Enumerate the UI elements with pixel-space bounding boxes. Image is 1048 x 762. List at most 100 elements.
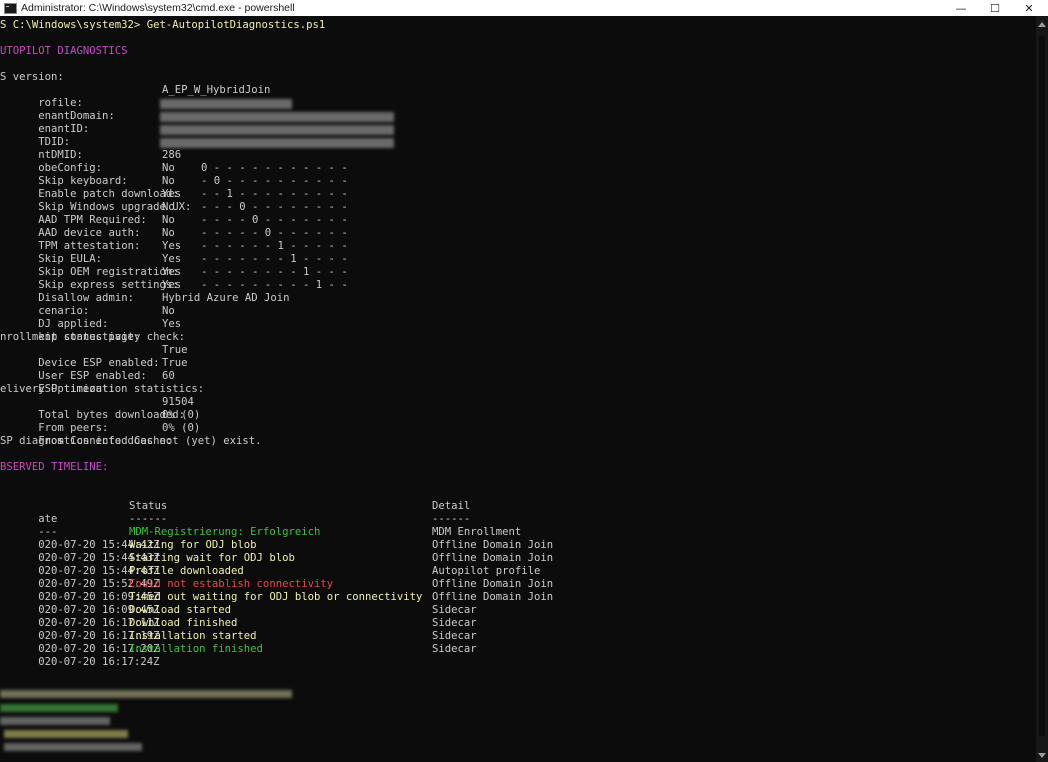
field-value: 286 (162, 149, 182, 161)
flag-line: Disallow admin: Yes - - - - - - - - - 1 … (0, 279, 347, 304)
flag-value: Yes (162, 240, 182, 252)
timeline-row: 020-07-20 16:17:20Z Installation started… (0, 630, 476, 655)
flag-value: Yes (162, 266, 182, 278)
esp-header: nrollment status page: (0, 331, 141, 343)
flag-value: Yes (162, 188, 182, 200)
blurred-output (4, 743, 142, 751)
field-value: A_EP_W_HybridJoin (162, 84, 271, 96)
flag-bits: - - - - - - - - 1 - - - (201, 266, 348, 278)
timeline-date: 020-07-20 16:17:24Z (38, 656, 160, 668)
flag-bits: - 0 - - - - - - - - - - (201, 175, 348, 187)
redacted-value (160, 138, 394, 148)
timeline-status: Installation finished (129, 643, 263, 655)
timeline-detail: Offline Domain Join (432, 578, 554, 590)
timeline-detail: Sidecar (432, 604, 477, 616)
field-line: TDID: (0, 123, 70, 148)
odj-line: DJ applied: No (0, 305, 174, 330)
timeline-row: 020-07-20 15:52:49Z Profile downloaded A… (0, 565, 540, 590)
underline-status: ------ (129, 513, 168, 525)
esp-line: User ESP enabled: True (0, 357, 187, 382)
timeline-detail: MDM Enrollment (432, 526, 522, 538)
flag-line: Skip express settings: Yes - - - - - - -… (0, 266, 347, 291)
flag-line: AAD TPM Required: No - - - 0 - - - - - -… (0, 201, 347, 226)
title-bar[interactable]: Administrator: C:\Windows\system32\cmd.e… (0, 0, 1048, 16)
timeline-status: MDM-Registrierung: Erfolgreich (129, 526, 321, 538)
field-line: enantDomain: (0, 97, 115, 122)
esp-diagnostics-note: SP diagnostics info does not (yet) exist… (0, 435, 262, 447)
do-stat-value: 91504 (162, 396, 194, 408)
field-line: enantID: (0, 110, 89, 135)
delivery-optimization-header: elivery Optimization statistics: (0, 383, 205, 395)
minimize-button[interactable]: — (944, 0, 978, 16)
flag-value: No (162, 201, 175, 213)
redacted-value (160, 125, 394, 135)
do-stat-value: 0% (0) (162, 422, 201, 434)
command-prompt: S C:\Windows\system32> Get-AutopilotDiag… (0, 19, 326, 31)
flag-bits: - - 1 - - - - - - - - - (201, 188, 348, 200)
scroll-thumb[interactable] (1039, 36, 1045, 736)
flag-line: Skip OEM registration: Yes - - - - - - -… (0, 253, 347, 278)
redacted-value (160, 99, 292, 109)
esp-value: True (162, 344, 188, 356)
flag-line: Skip EULA: Yes - - - - - - 1 - - - - - (0, 240, 347, 265)
esp-line: ESP timeout: 60 (0, 370, 174, 395)
timeline-row: 020-07-20 16:09:45Z Could not establish … (0, 578, 553, 603)
flag-value: No (162, 162, 175, 174)
flag-line: TPM attestation: No - - - - - 0 - - - - … (0, 227, 347, 252)
skip-connectivity-value: Yes (162, 318, 182, 330)
field-line: ntDMID: (0, 136, 83, 161)
timeline-status: Download finished (129, 617, 238, 629)
timeline-status: Could not establish connectivity (129, 578, 334, 590)
timeline-row: 020-07-20 16:17:19Z Download finished Si… (0, 617, 476, 642)
vertical-scrollbar[interactable] (1036, 16, 1048, 762)
flag-value: No (162, 214, 175, 226)
timeline-status: Download started (129, 604, 232, 616)
flag-bits: 0 - - - - - - - - - - - (201, 162, 348, 174)
timeline-status: Starting wait for ODJ blob (129, 552, 295, 564)
window-title: Administrator: C:\Windows\system32\cmd.e… (21, 2, 295, 14)
timeline-detail: Offline Domain Join (432, 539, 554, 551)
timeline-detail: Sidecar (432, 643, 477, 655)
flag-line: Skip Windows upgrade UX: Yes - - 1 - - -… (0, 188, 347, 213)
window-controls: — ☐ ✕ (944, 0, 1048, 16)
flag-bits: - - - - - 0 - - - - - - (201, 227, 348, 239)
close-button[interactable]: ✕ (1012, 0, 1046, 16)
redacted-value (160, 112, 394, 122)
do-stat-value: 0% (0) (162, 409, 201, 421)
timeline-row: 020-07-20 15:44:43Z Waiting for ODJ blob… (0, 539, 553, 564)
timeline-status: Profile downloaded (129, 565, 244, 577)
maximize-button[interactable]: ☐ (978, 0, 1012, 16)
flag-line: Skip keyboard: No 0 - - - - - - - - - - … (0, 162, 347, 187)
column-status: Status (129, 500, 168, 512)
timeline-detail: Autopilot profile (432, 565, 541, 577)
scroll-up-icon[interactable] (1038, 22, 1046, 27)
flag-line: AAD device auth: No - - - - 0 - - - - - … (0, 214, 347, 239)
do-stat-line: From peers: 0% (0) (0, 409, 200, 434)
flag-bits: - - - - - - - - - 1 - - (201, 279, 348, 291)
timeline-detail: Offline Domain Join (432, 552, 554, 564)
console-output[interactable]: S C:\Windows\system32> Get-AutopilotDiag… (0, 16, 1036, 762)
timeline-detail: Offline Domain Join (432, 591, 554, 603)
blurred-output (0, 690, 292, 698)
cmd-app-icon (4, 2, 17, 14)
field-line: rofile: A_EP_W_HybridJoin (0, 84, 270, 109)
scroll-down-icon[interactable] (1038, 753, 1046, 758)
do-stat-line: From Connected Cache: 0% (0) (0, 422, 200, 447)
esp-value: True (162, 357, 188, 369)
timeline-detail: Sidecar (432, 630, 477, 642)
flag-bits: - - - - - - - 1 - - - - (201, 253, 348, 265)
timeline-row: 020-07-20 15:44:43Z Starting wait for OD… (0, 552, 553, 577)
flag-bits: - - - 0 - - - - - - - - (201, 201, 348, 213)
flag-value: No (162, 175, 175, 187)
section-header-timeline: BSERVED TIMELINE: (0, 461, 109, 473)
flag-value: No (162, 227, 175, 239)
timeline-row: 020-07-20 16:17:11Z Download started Sid… (0, 604, 476, 629)
skip-connectivity-line: kip connectivity check: Yes (0, 318, 185, 343)
flag-value: Yes (162, 253, 182, 265)
field-line: obeConfig: 286 (0, 149, 181, 174)
timeline-status: Installation started (129, 630, 257, 642)
flag-value: Yes (162, 279, 182, 291)
timeline-row: 020-07-20 15:44:42Z MDM-Registrierung: E… (0, 526, 521, 551)
section-header-diagnostics: UTOPILOT DIAGNOSTICS (0, 45, 128, 57)
flag-bits: - - - - 0 - - - - - - - (201, 214, 348, 226)
